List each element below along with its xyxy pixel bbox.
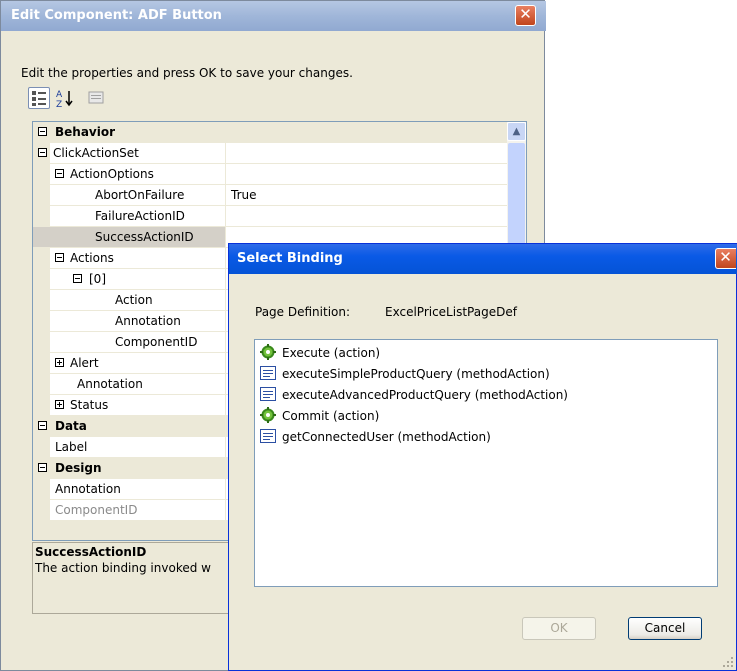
collapse-icon[interactable]	[55, 169, 64, 178]
property-name: [0]	[89, 272, 106, 286]
expand-icon[interactable]	[55, 358, 64, 367]
alphabetical-icon: A Z	[56, 90, 73, 110]
collapse-icon[interactable]	[38, 148, 47, 157]
property-name: ComponentID	[55, 503, 138, 517]
category-row-behavior[interactable]: Behavior	[33, 122, 507, 143]
select-binding-dialog: Select Binding ✕ Page Definition: ExcelP…	[228, 243, 737, 671]
property-name: ClickActionSet	[53, 146, 139, 160]
categorized-icon	[32, 91, 46, 106]
edit-component-title: Edit Component: ADF Button	[11, 8, 222, 23]
instructions-text: Edit the properties and press OK to save…	[21, 66, 353, 80]
scroll-up-arrow-icon[interactable]: ▲	[507, 122, 526, 141]
edit-component-close-button[interactable]: ✕	[515, 5, 536, 26]
property-pages-icon	[88, 91, 104, 104]
collapse-icon[interactable]	[38, 127, 47, 136]
collapse-icon[interactable]	[55, 253, 64, 262]
description-title: SuccessActionID	[35, 545, 147, 559]
gear-icon	[260, 344, 276, 360]
method-icon	[260, 387, 276, 401]
expand-icon[interactable]	[55, 400, 64, 409]
binding-label: executeSimpleProductQuery (methodAction)	[282, 367, 550, 381]
edit-component-title-bar[interactable]: Edit Component: ADF Button ✕	[1, 1, 546, 31]
binding-label: Execute (action)	[282, 346, 381, 360]
category-label: Data	[55, 419, 87, 433]
property-row[interactable]: FailureActionID	[33, 206, 507, 227]
property-name: Actions	[70, 251, 114, 265]
property-name: FailureActionID	[95, 209, 185, 223]
property-row[interactable]: ActionOptions	[33, 164, 507, 185]
binding-list[interactable]: Execute (action) executeSimpleProductQue…	[254, 339, 718, 587]
property-name: Status	[70, 398, 109, 412]
property-row[interactable]: AbortOnFailure True	[33, 185, 507, 206]
method-icon	[260, 429, 276, 443]
svg-text:Z: Z	[56, 100, 62, 109]
page-definition-label: Page Definition:	[255, 305, 351, 319]
alphabetical-button[interactable]: A Z	[54, 87, 76, 110]
collapse-icon[interactable]	[38, 463, 47, 472]
property-name: ActionOptions	[70, 167, 154, 181]
binding-label: Commit (action)	[282, 409, 380, 423]
method-icon	[260, 366, 276, 380]
property-value[interactable]: True	[231, 188, 257, 202]
select-binding-title-bar[interactable]: Select Binding ✕	[229, 244, 737, 274]
property-name: Action	[115, 293, 153, 307]
property-name: Label	[55, 440, 88, 454]
select-binding-close-button[interactable]: ✕	[715, 248, 736, 269]
gear-icon	[260, 407, 276, 423]
property-name: AbortOnFailure	[95, 188, 185, 202]
close-icon: ✕	[519, 5, 532, 23]
property-name: Alert	[70, 356, 99, 370]
cancel-button[interactable]: Cancel	[628, 617, 702, 640]
category-label: Behavior	[55, 125, 116, 139]
resize-grip-icon[interactable]	[722, 656, 734, 668]
categorized-button[interactable]	[28, 87, 50, 109]
category-label: Design	[55, 461, 102, 475]
property-name: ComponentID	[115, 335, 198, 349]
description-text: The action binding invoked w	[35, 561, 211, 575]
close-icon: ✕	[719, 248, 732, 266]
select-binding-title: Select Binding	[237, 251, 343, 266]
svg-text:A: A	[56, 90, 63, 100]
page-definition-value: ExcelPriceListPageDef	[385, 305, 517, 319]
property-name: Annotation	[115, 314, 181, 328]
property-name: SuccessActionID	[95, 230, 194, 244]
binding-label: getConnectedUser (methodAction)	[282, 430, 491, 444]
collapse-icon[interactable]	[38, 421, 47, 430]
binding-label: executeAdvancedProductQuery (methodActio…	[282, 388, 568, 402]
property-name: Annotation	[55, 482, 121, 496]
property-row[interactable]: ClickActionSet	[33, 143, 507, 164]
ok-button[interactable]: OK	[522, 617, 596, 640]
property-name: Annotation	[77, 377, 143, 391]
collapse-icon[interactable]	[73, 274, 82, 283]
property-pages-button[interactable]	[86, 87, 108, 109]
